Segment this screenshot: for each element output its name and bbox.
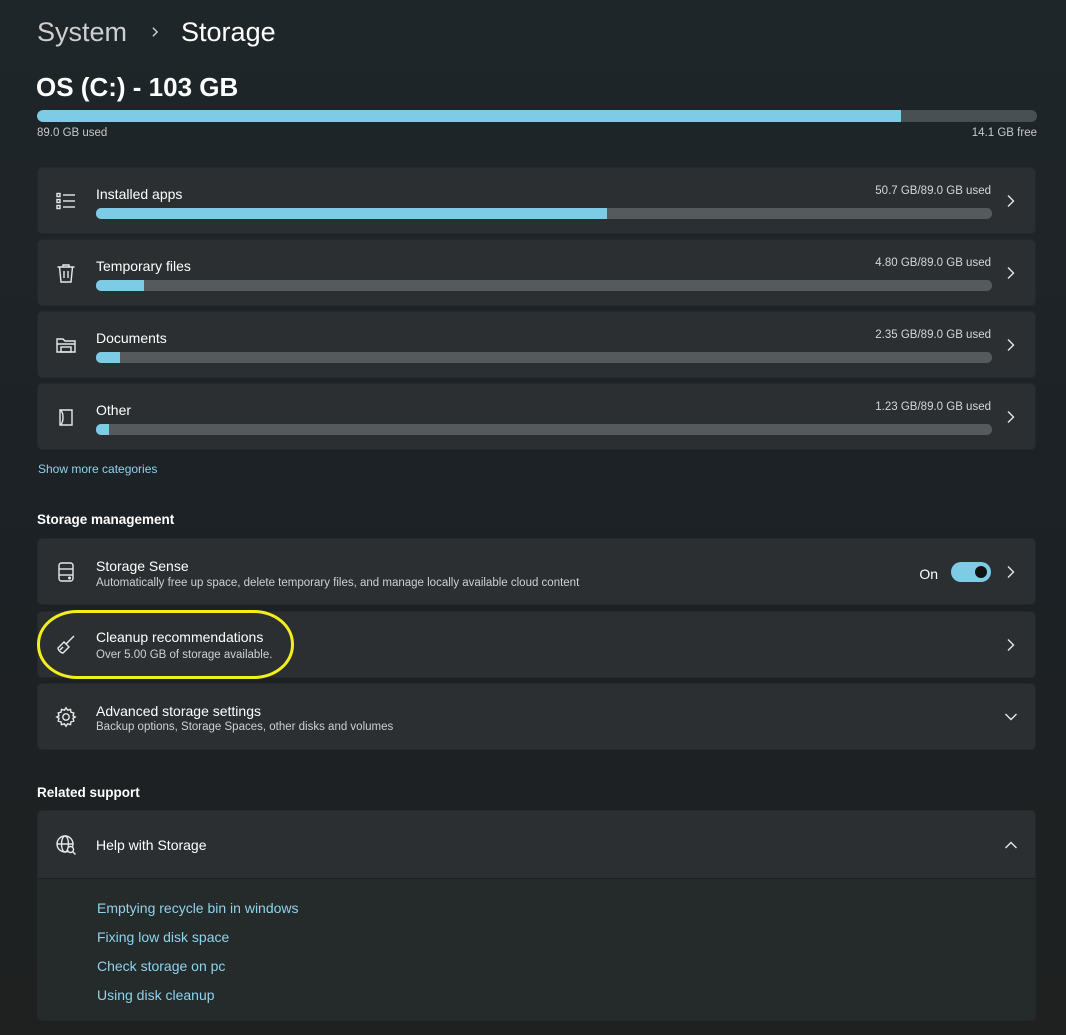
storage-drive-icon <box>55 561 77 583</box>
category-temporary-files[interactable]: Temporary files 4.80 GB/89.0 GB used <box>37 239 1036 306</box>
drive-usage-fill <box>37 110 901 122</box>
storage-management-heading: Storage management <box>37 512 175 527</box>
advanced-storage-settings-card[interactable]: Advanced storage settings Backup options… <box>37 683 1036 750</box>
category-other[interactable]: Other 1.23 GB/89.0 GB used <box>37 383 1036 450</box>
help-link-check-storage[interactable]: Check storage on pc <box>97 958 225 974</box>
chevron-right-icon <box>1004 194 1018 208</box>
chevron-right-icon <box>1004 338 1018 352</box>
chevron-down-icon <box>1004 710 1018 724</box>
trash-icon <box>55 262 77 284</box>
category-usage: 4.80 GB/89.0 GB used <box>875 257 991 269</box>
category-label: Temporary files <box>96 258 191 274</box>
category-usage-bar <box>96 280 992 291</box>
category-usage-fill <box>96 280 145 291</box>
help-with-storage-title: Help with Storage <box>96 837 207 853</box>
storage-sense-card[interactable]: Storage Sense Automatically free up spac… <box>37 538 1036 605</box>
storage-sense-state: On <box>919 566 938 582</box>
category-documents[interactable]: Documents 2.35 GB/89.0 GB used <box>37 311 1036 378</box>
cleanup-subtitle: Over 5.00 GB of storage available. <box>96 649 273 661</box>
category-label: Other <box>96 402 132 418</box>
category-usage: 1.23 GB/89.0 GB used <box>875 401 991 413</box>
category-usage: 2.35 GB/89.0 GB used <box>875 329 991 341</box>
chevron-right-icon <box>1004 410 1018 424</box>
folder-icon <box>55 334 77 356</box>
chevron-up-icon <box>1004 838 1018 852</box>
broom-icon <box>55 634 77 656</box>
category-usage-bar <box>96 208 992 219</box>
breadcrumb-system[interactable]: System <box>37 17 127 48</box>
category-usage-fill <box>96 352 121 363</box>
category-usage: 50.7 GB/89.0 GB used <box>875 185 991 197</box>
advanced-storage-title: Advanced storage settings <box>96 703 261 719</box>
help-link-using-disk-cleanup[interactable]: Using disk cleanup <box>97 987 215 1003</box>
category-label: Documents <box>96 330 167 346</box>
storage-sense-title: Storage Sense <box>96 558 189 574</box>
drive-free-label: 14.1 GB free <box>971 127 1037 139</box>
help-link-emptying-recycle-bin[interactable]: Emptying recycle bin in windows <box>97 900 299 916</box>
category-usage-fill <box>96 208 607 219</box>
cleanup-title: Cleanup recommendations <box>96 629 264 645</box>
category-installed-apps[interactable]: Installed apps 50.7 GB/89.0 GB used <box>37 167 1036 234</box>
gear-icon <box>55 706 77 728</box>
chevron-right-icon <box>145 22 165 42</box>
chevron-right-icon <box>1004 565 1018 579</box>
help-with-storage-header[interactable]: Help with Storage <box>38 811 1035 879</box>
related-support-heading: Related support <box>37 785 140 800</box>
category-usage-fill <box>96 424 109 435</box>
list-icon <box>55 190 77 212</box>
globe-search-icon <box>55 834 77 856</box>
page-title: Storage <box>181 16 276 47</box>
chevron-right-icon <box>1004 638 1018 652</box>
chevron-right-icon <box>1004 266 1018 280</box>
drive-used-label: 89.0 GB used <box>37 127 108 139</box>
toggle-knob <box>975 566 987 578</box>
show-more-categories-link[interactable]: Show more categories <box>38 462 157 476</box>
help-link-fixing-low-disk-space[interactable]: Fixing low disk space <box>97 929 229 945</box>
document-icon <box>55 406 77 428</box>
help-with-storage-panel: Help with Storage Emptying recycle bin i… <box>37 810 1036 1021</box>
advanced-storage-subtitle: Backup options, Storage Spaces, other di… <box>96 721 394 733</box>
category-usage-bar <box>96 424 992 435</box>
category-usage-bar <box>96 352 992 363</box>
drive-title: OS (C:) - 103 GB <box>36 72 239 102</box>
drive-usage-bar <box>37 110 1037 122</box>
storage-sense-subtitle: Automatically free up space, delete temp… <box>96 577 580 589</box>
storage-sense-toggle[interactable] <box>951 562 991 582</box>
category-label: Installed apps <box>96 186 183 202</box>
cleanup-recommendations-card[interactable]: Cleanup recommendations Over 5.00 GB of … <box>37 611 1036 678</box>
breadcrumb: System Storage <box>37 14 276 50</box>
